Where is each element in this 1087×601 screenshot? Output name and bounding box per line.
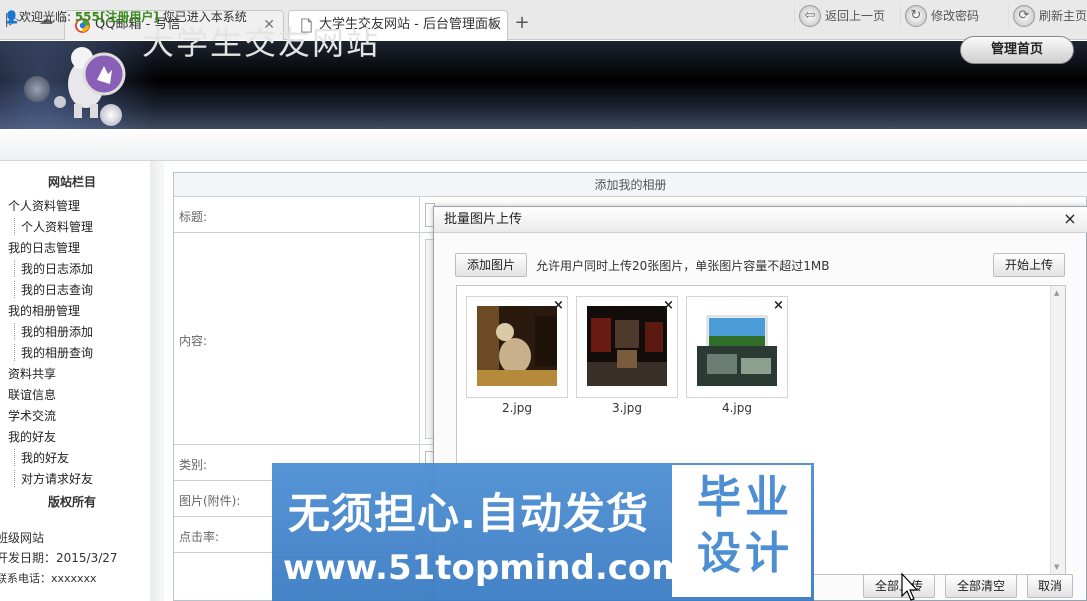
sidebar-item-log-mgmt[interactable]: 我的日志管理 (8, 239, 80, 256)
dialog-title: 批量图片上传 (434, 207, 1087, 233)
ad-badge-line1: 毕业 (697, 472, 793, 523)
refresh-icon: ⟳ (1013, 5, 1035, 27)
ad-badge-line2: 设计 (697, 528, 793, 579)
user-icon: 👤 (4, 10, 19, 24)
remove-thumbnail-icon[interactable]: × (663, 299, 674, 312)
back-label: 返回上一页 (825, 9, 886, 23)
cancel-button[interactable]: 取消 (1027, 574, 1073, 598)
sidebar-item-profile[interactable]: 个人资料管理 (14, 218, 93, 235)
thumbnail-image (587, 306, 667, 386)
decor-bubble (24, 76, 50, 102)
upload-hint: 允许用户同时上传20张图片，单张图片容量不超过1MB (536, 259, 830, 273)
site-info-class: 班级网站 (0, 531, 45, 545)
welcome-bar (0, 130, 1087, 161)
remove-thumbnail-icon[interactable]: × (773, 299, 784, 312)
thumbnail-image (697, 306, 777, 386)
management-home-button[interactable]: 管理首页 (960, 36, 1074, 64)
sidebar-item-academic[interactable]: 学术交流 (8, 407, 56, 424)
sidebar-item-log-add[interactable]: 我的日志添加 (14, 260, 93, 277)
sidebar-item-friend-requests[interactable]: 对方请求好友 (14, 470, 93, 487)
ad-headline: 无须担心.自动发货 (288, 489, 649, 538)
sidebar-item-album-mgmt[interactable]: 我的相册管理 (8, 302, 80, 319)
refresh-home-button[interactable]: ⟳ 刷新主页 (1008, 4, 1087, 28)
sidebar-item-my-friends[interactable]: 我的好友 (14, 449, 69, 466)
scroll-up-icon[interactable]: ▲ (1054, 289, 1059, 297)
thumbnail-image (477, 306, 557, 386)
welcome-prefix: 欢迎光临: (18, 10, 71, 24)
back-button[interactable]: ⇦ 返回上一页 (794, 4, 892, 28)
scroll-down-icon[interactable]: ▼ (1054, 563, 1059, 571)
sidebar-item-album-add[interactable]: 我的相册添加 (14, 323, 93, 340)
sidebar-item-social-info[interactable]: 联谊信息 (8, 386, 56, 403)
sidebar-item-friends-mgmt[interactable]: 我的好友 (8, 428, 56, 445)
change-password-button[interactable]: ↻ 修改密码 (900, 4, 1000, 28)
dialog-close-icon[interactable]: × (1062, 209, 1078, 229)
sidebar-divider (150, 161, 164, 601)
mouse-cursor-icon (901, 572, 919, 601)
thumbnail-filename: 4.jpg (721, 401, 753, 415)
label-image: 图片(附件): (179, 494, 241, 508)
remove-thumbnail-icon[interactable]: × (553, 299, 564, 312)
sidebar-item-resource-share[interactable]: 资料共享 (8, 365, 56, 382)
label-category: 类别: (179, 458, 208, 472)
start-upload-button[interactable]: 开始上传 (993, 253, 1065, 277)
refresh-home-label: 刷新主页 (1039, 9, 1087, 23)
current-user: 555[注册用户] (74, 10, 159, 24)
thumbnail-filename: 3.jpg (611, 401, 643, 415)
change-password-label: 修改密码 (931, 9, 980, 23)
back-arrow-icon: ⇦ (799, 5, 821, 27)
mascot-logo-icon (68, 47, 126, 118)
sidebar-item-log-query[interactable]: 我的日志查询 (14, 281, 93, 298)
label-content: 内容: (179, 334, 208, 348)
label-title: 标题: (179, 210, 208, 224)
sidebar-title: 网站栏目 (47, 175, 96, 189)
site-info-date: 开发日期：2015/3/27 (0, 551, 118, 565)
screenshot-root: { "browser": { "tabs": [ {"title": "QQ邮箱… (0, 0, 1087, 601)
ad-url: www.51topmind.com (283, 548, 687, 588)
new-tab-button[interactable]: + (512, 14, 532, 34)
copyright-title: 版权所有 (47, 495, 96, 509)
refresh-password-icon: ↻ (905, 5, 927, 27)
sidebar-item-profile-mgmt[interactable]: 个人资料管理 (8, 197, 80, 214)
clear-all-button[interactable]: 全部清空 (945, 574, 1017, 598)
thumbnail-filename: 2.jpg (501, 401, 533, 415)
sidebar-item-album-query[interactable]: 我的相册查询 (14, 344, 93, 361)
welcome-text: 👤欢迎光临: 555[注册用户] 您已进入本系统 (4, 8, 247, 25)
site-info-phone: 联系电话：xxxxxxx (0, 572, 97, 585)
thumbnail-scrollbar[interactable]: ▲ ▼ (1050, 286, 1065, 574)
tab-close-icon[interactable]: ✕ (487, 11, 499, 39)
ad-badge-text: 毕业 设计 (690, 470, 800, 582)
form-caption: 添加我的相册 (174, 173, 1087, 197)
add-image-button[interactable]: 添加图片 (455, 253, 527, 277)
welcome-suffix: 您已进入本系统 (162, 10, 247, 24)
label-clicks: 点击率: (179, 530, 220, 544)
